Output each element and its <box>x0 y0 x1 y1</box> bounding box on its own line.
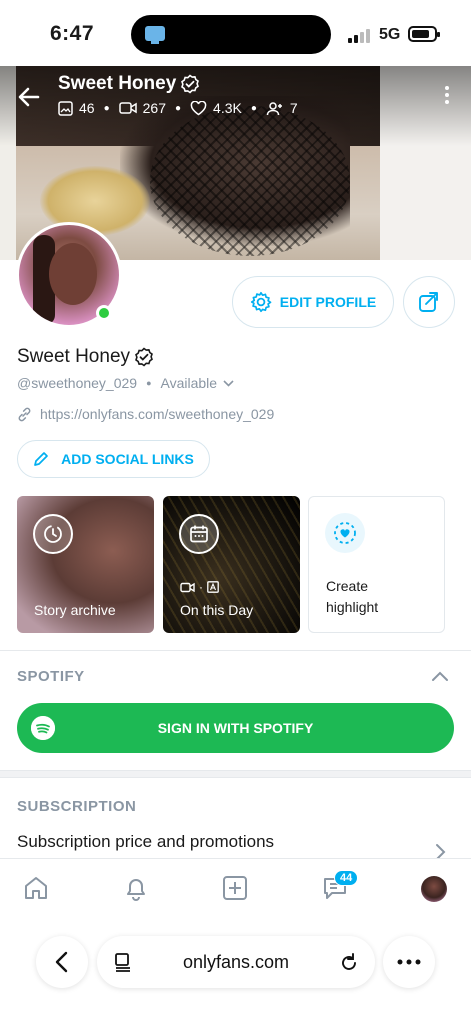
status-time: 6:47 <box>50 22 95 45</box>
create-highlight-button[interactable]: Create highlight <box>308 496 445 633</box>
media-type-icons: · <box>180 580 219 594</box>
browser-back-button[interactable] <box>36 936 88 988</box>
address-bar[interactable]: onlyfans.com <box>97 936 375 988</box>
cover-name: Sweet Honey <box>58 73 177 94</box>
subscribers-count: 7 <box>289 100 298 116</box>
create-highlight-label: Create highlight <box>326 578 379 615</box>
profile-name-text: Sweet Honey <box>17 346 131 367</box>
new-post-button[interactable] <box>220 873 250 903</box>
edit-profile-button[interactable]: EDIT PROFILE <box>232 276 394 328</box>
cover-stats: 46 ● 267 ● 4.3K ● 7 <box>58 100 298 116</box>
home-button[interactable] <box>21 873 51 903</box>
add-highlight-icon <box>325 513 365 553</box>
highlight-on-this-day[interactable]: · On this Day <box>163 496 300 633</box>
clock-history-icon <box>33 514 73 554</box>
section-separator <box>0 770 471 778</box>
video-icon <box>180 582 195 592</box>
browser-more-button[interactable] <box>383 936 435 988</box>
share-icon <box>419 292 438 312</box>
profile-name: Sweet Honey <box>17 346 154 368</box>
availability-dropdown[interactable]: Available <box>161 375 235 391</box>
profile-handle: @sweethoney_029 <box>17 375 138 391</box>
profile-link[interactable]: https://onlyfans.com/sweethoney_029 <box>17 406 274 422</box>
vertical-dots-icon <box>445 86 449 90</box>
share-button[interactable] <box>403 276 455 328</box>
text-post-icon <box>207 581 219 593</box>
online-status-dot <box>96 305 112 321</box>
profile-nav-avatar[interactable] <box>421 876 447 902</box>
url-text: onlyfans.com <box>182 952 290 972</box>
gear-icon <box>250 291 272 313</box>
browser-toolbar: onlyfans.com <box>0 918 471 1024</box>
profile-link-text: https://onlyfans.com/sweethoney_029 <box>40 406 275 422</box>
back-button[interactable] <box>14 82 44 112</box>
more-options-button[interactable] <box>440 86 454 108</box>
likes-stat: 4.3K <box>190 100 242 116</box>
sign-in-with-spotify-button[interactable]: SIGN IN WITH SPOTIFY <box>17 703 454 753</box>
highlight-label: Story archive <box>34 602 116 618</box>
video-icon <box>118 102 137 114</box>
spotify-icon <box>31 716 55 740</box>
videos-count: 267 <box>142 100 166 116</box>
highlight-story-archive[interactable]: Story archive <box>17 496 154 633</box>
signal-icon <box>348 28 372 43</box>
heart-icon <box>190 100 207 115</box>
status-bar: 6:47 5G <box>0 0 471 68</box>
videos-stat: 267 <box>118 100 166 116</box>
pencil-icon <box>34 452 48 466</box>
verified-icon <box>181 74 200 94</box>
subscribers-stat: 7 <box>266 100 298 116</box>
messages-badge: 44 <box>334 870 359 886</box>
bottom-nav <box>0 858 471 918</box>
divider <box>0 650 471 651</box>
subscription-price-row[interactable]: Subscription price and promotions <box>17 832 274 852</box>
screen-mirroring-icon <box>145 26 165 44</box>
add-social-links-button[interactable]: ADD SOCIAL LINKS <box>17 440 210 478</box>
more-horizontal-icon <box>397 959 421 965</box>
collapse-spotify-button[interactable] <box>430 666 450 686</box>
plus-square-icon <box>223 876 247 900</box>
subscription-section-title: SUBSCRIPTION <box>17 798 137 815</box>
chevron-down-icon <box>223 379 234 387</box>
spotify-button-label: SIGN IN WITH SPOTIFY <box>157 720 314 736</box>
dynamic-island <box>131 15 331 54</box>
notifications-button[interactable] <box>121 873 151 903</box>
photos-count: 46 <box>79 100 95 116</box>
verified-icon <box>135 347 153 367</box>
edit-profile-label: EDIT PROFILE <box>279 294 377 310</box>
network-type: 5G <box>379 26 401 43</box>
arrow-left-icon <box>18 87 40 107</box>
highlight-label: On this Day <box>180 602 254 618</box>
chevron-left-icon <box>55 951 68 973</box>
home-icon <box>25 877 47 899</box>
cover-profile-title: Sweet Honey <box>58 73 200 95</box>
users-icon <box>266 101 282 115</box>
reload-icon[interactable] <box>339 951 359 973</box>
bell-icon <box>127 879 145 901</box>
chevron-up-icon <box>432 671 448 681</box>
likes-count: 4.3K <box>213 100 242 116</box>
handle-row: @sweethoney_029 ● Available <box>17 375 234 391</box>
availability-label: Available <box>160 375 218 391</box>
add-social-links-label: ADD SOCIAL LINKS <box>61 451 194 467</box>
photos-stat: 46 <box>58 100 95 116</box>
image-icon <box>58 100 73 116</box>
battery-icon <box>408 26 440 42</box>
link-icon <box>18 407 31 421</box>
spotify-section-title: SPOTIFY <box>17 668 85 685</box>
calendar-icon <box>179 514 219 554</box>
